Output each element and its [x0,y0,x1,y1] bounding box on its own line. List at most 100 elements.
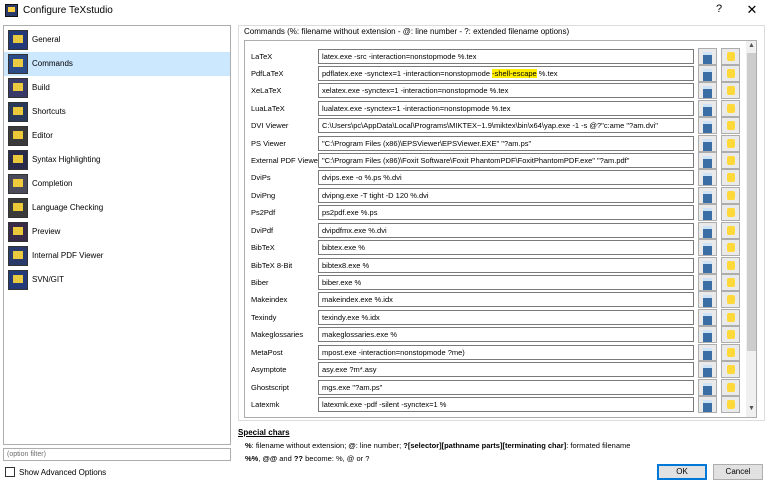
restore-default-button[interactable] [721,117,740,134]
command-field[interactable]: asy.exe ?m*.asy [318,362,694,377]
command-label: DviPdf [251,226,274,235]
sc-token: ?? [293,454,304,463]
command-field[interactable]: xelatex.exe -synctex=1 -interaction=nons… [318,83,694,98]
command-field[interactable]: latex.exe -src -interaction=nonstopmode … [318,49,694,64]
command-field[interactable]: ps2pdf.exe %.ps [318,205,694,220]
sc-token: @@ [262,454,278,463]
command-label: DviPs [251,173,271,182]
nav-item-label: SVN/GIT [32,275,65,284]
command-field[interactable]: bibtex.exe % [318,240,694,255]
close-button[interactable]: ✕ [745,2,759,18]
preview-icon [8,222,28,242]
nav-item-svn-git[interactable]: SVN/GIT [4,268,230,292]
language-checking-icon [8,198,28,218]
nav-item-label: Build [32,83,50,92]
command-field[interactable]: C:\Users\pc\AppData\Local\Programs\MIKTE… [318,118,694,133]
build-icon [8,78,28,98]
command-field[interactable]: mpost.exe -interaction=nonstopmode ?me) [318,345,694,360]
scroll-thumb[interactable] [747,53,756,351]
command-field[interactable]: dvipng.exe -T tight -D 120 %.dvi [318,188,694,203]
sc-text: : formated filename [566,441,631,450]
command-label: Ghostscript [251,383,289,392]
nav-item-label: Language Checking [32,203,104,212]
command-text: %.tex [536,69,558,78]
command-field[interactable]: bibtex8.exe % [318,258,694,273]
option-filter-input[interactable]: (option filter) [3,448,231,461]
sc-token: ?[selector][pathname parts][terminating … [403,441,567,450]
nav-item-language-checking[interactable]: Language Checking [4,196,230,220]
select-program-button[interactable] [698,361,717,378]
command-field[interactable]: "C:\Program Files (x86)\EPSViewer\EPSVie… [318,136,694,151]
nav-item-editor[interactable]: Editor [4,124,230,148]
special-chars-line-2: %%, @@ and ?? become: %, @ or ? [245,454,369,463]
command-label: Makeindex [251,295,288,304]
command-label: DVI Viewer [251,121,289,130]
command-row-latexmk: Latexmk latexmk.exe -pdf -silent -syncte… [245,394,745,416]
nav-item-commands[interactable]: Commands [4,52,230,76]
nav-item-label: Internal PDF Viewer [32,251,104,260]
command-field[interactable]: texindy.exe %.idx [318,310,694,325]
select-program-button[interactable] [698,169,717,186]
special-chars-title: Special chars [238,428,290,437]
highlighted-text: -shell-escape [492,69,537,78]
command-label: BibTeX 8-Bit [251,261,293,270]
cancel-button[interactable]: Cancel [713,464,763,480]
sc-text: : filename without extension; [251,441,349,450]
select-program-button[interactable] [698,326,717,343]
scroll-up-arrow-icon[interactable]: ▲ [746,42,756,52]
sc-token: % [245,441,252,450]
select-program-button[interactable] [698,82,717,99]
nav-item-preview[interactable]: Preview [4,220,230,244]
show-advanced-options-checkbox[interactable] [5,467,15,477]
restore-default-button[interactable] [721,361,740,378]
nav-item-build[interactable]: Build [4,76,230,100]
nav-item-shortcuts[interactable]: Shortcuts [4,100,230,124]
select-program-button[interactable] [698,204,717,221]
command-label: Texindy [251,313,277,322]
commands-icon [8,54,28,74]
nav-item-internal-pdf-viewer[interactable]: Internal PDF Viewer [4,244,230,268]
internal-pdf-viewer-icon [8,246,28,266]
sc-text: : line number; [355,441,404,450]
command-field[interactable]: biber.exe % [318,275,694,290]
command-field[interactable]: lualatex.exe -synctex=1 -interaction=non… [318,101,694,116]
command-label: MetaPost [251,348,283,357]
ok-button[interactable]: OK [657,464,707,480]
nav-item-label: Commands [32,59,73,68]
nav-item-label: Syntax Highlighting [32,155,101,164]
nav-item-syntax-highlighting[interactable]: Syntax Highlighting [4,148,230,172]
restore-default-button[interactable] [721,291,740,308]
command-field[interactable]: pdflatex.exe -synctex=1 -interaction=non… [318,66,694,81]
command-label: Makeglossaries [251,330,304,339]
window-title: Configure TeXstudio [23,5,113,16]
nav-item-label: Completion [32,179,73,188]
command-field[interactable]: dvipdfmx.exe %.dvi [318,223,694,238]
sc-token: @ [348,441,356,450]
commands-scrollbar[interactable]: ▲ ▼ [746,41,756,417]
restore-default-button[interactable] [721,82,740,99]
commands-panel: LaTeX latex.exe -src -interaction=nonsto… [244,40,757,418]
texstudio-app-icon [5,4,18,17]
restore-default-button[interactable] [721,204,740,221]
restore-default-button[interactable] [721,396,740,413]
completion-icon [8,174,28,194]
nav-item-completion[interactable]: Completion [4,172,230,196]
command-field[interactable]: makeglossaries.exe % [318,327,694,342]
command-field[interactable]: latexmk.exe -pdf -silent -synctex=1 % [318,397,694,412]
help-button[interactable]: ? [712,3,726,15]
restore-default-button[interactable] [721,169,740,186]
command-field[interactable]: "C:\Program Files (x86)\Foxit Software\F… [318,153,694,168]
restore-default-button[interactable] [721,326,740,343]
nav-item-general[interactable]: General [4,28,230,52]
sc-token: %% [245,454,259,463]
restore-default-button[interactable] [721,239,740,256]
command-field[interactable]: makeindex.exe %.idx [318,292,694,307]
command-field[interactable]: dvips.exe -o %.ps %.dvi [318,170,694,185]
scroll-down-arrow-icon[interactable]: ▼ [746,405,756,415]
special-chars-line-1: %: filename without extension; @: line n… [245,441,630,450]
select-program-button[interactable] [698,396,717,413]
select-program-button[interactable] [698,117,717,134]
select-program-button[interactable] [698,239,717,256]
command-field[interactable]: mgs.exe "?am.ps" [318,380,694,395]
select-program-button[interactable] [698,291,717,308]
